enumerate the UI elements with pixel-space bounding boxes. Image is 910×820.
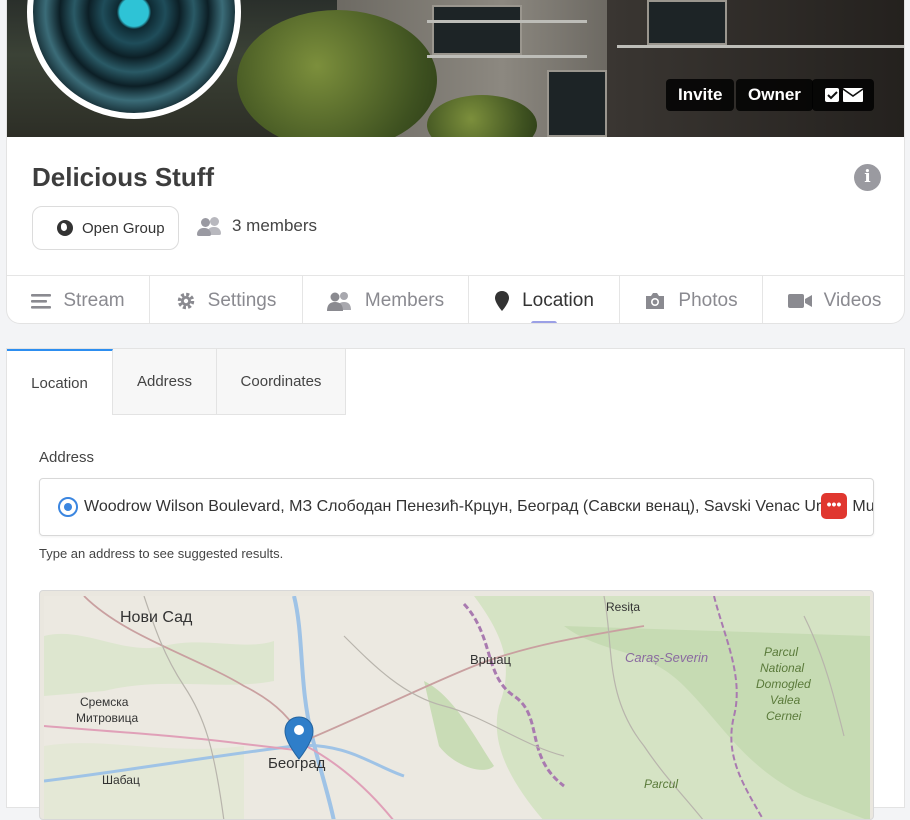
map-label: Parcul xyxy=(764,645,799,659)
subscribe-button[interactable] xyxy=(812,79,874,111)
map-label: Domogled xyxy=(756,677,811,691)
tab-stream-label: Stream xyxy=(63,289,125,311)
subtab-address[interactable]: Address xyxy=(113,349,217,415)
invite-button[interactable]: Invite xyxy=(666,79,735,111)
subtab-location[interactable]: Location xyxy=(7,349,113,415)
tab-location-label: Location xyxy=(522,289,594,311)
location-subtabs: Location Address Coordinates xyxy=(7,349,346,415)
tab-photos-label: Photos xyxy=(678,289,738,311)
map-label: Шабац xyxy=(102,773,140,787)
subtab-coordinates[interactable]: Coordinates xyxy=(217,349,346,415)
map-label: Resița xyxy=(606,600,641,614)
map-pin-icon[interactable] xyxy=(284,716,314,760)
more-options-icon[interactable]: ••• xyxy=(821,493,847,519)
video-icon xyxy=(787,293,812,308)
location-panel: Location Address Coordinates Address Woo… xyxy=(6,348,905,820)
tab-members-label: Members xyxy=(364,289,445,311)
tab-videos-label: Videos xyxy=(823,289,882,311)
address-help-text: Type an address to see suggested results… xyxy=(39,546,284,561)
map-pin-icon xyxy=(495,290,510,311)
tab-videos[interactable]: Videos xyxy=(763,276,904,323)
tab-location[interactable]: Location xyxy=(469,276,620,323)
map-label: Parcul xyxy=(644,777,679,791)
tab-members[interactable]: Members xyxy=(303,276,469,323)
locate-icon[interactable] xyxy=(58,497,78,517)
members-count[interactable]: 3 members xyxy=(197,216,317,236)
map-label: Сремска xyxy=(80,695,129,709)
map-tiles xyxy=(44,596,870,819)
map-label: Cernei xyxy=(766,709,802,723)
globe-icon xyxy=(57,220,73,236)
group-type-badge[interactable]: Open Group xyxy=(32,206,179,250)
map-label: Caraș-Severin xyxy=(625,650,709,665)
users-icon xyxy=(326,291,351,311)
group-header-card: Invite Owner Delicious Stuff i Open Grou… xyxy=(6,0,905,324)
members-label: 3 members xyxy=(232,216,318,235)
users-icon xyxy=(197,216,221,236)
tab-settings[interactable]: Settings xyxy=(150,276,303,323)
address-label: Address xyxy=(39,449,95,466)
location-map[interactable]: Нови Сад Resița Вршац Caraș-Severin Parc… xyxy=(39,590,874,820)
address-value: Woodrow Wilson Boulevard, МЗ Слободан Пе… xyxy=(84,498,874,515)
owner-button[interactable]: Owner xyxy=(736,79,813,111)
map-label: Нови Сад xyxy=(120,609,193,626)
gear-icon xyxy=(177,292,194,309)
group-title: Delicious Stuff xyxy=(32,162,215,192)
map-label: Вршац xyxy=(470,652,512,667)
address-input[interactable]: Woodrow Wilson Boulevard, МЗ Слободан Пе… xyxy=(39,478,874,536)
bars-icon xyxy=(31,293,52,309)
check-square-icon xyxy=(825,88,864,102)
tab-photos[interactable]: Photos xyxy=(620,276,763,323)
group-type-label: Open Group xyxy=(82,219,165,237)
info-icon[interactable]: i xyxy=(854,164,881,191)
map-label: Valea xyxy=(770,693,801,707)
group-nav-tabs: Stream Settings Members Location Photos … xyxy=(7,275,904,323)
map-label: National xyxy=(760,661,805,675)
map-label: Митровица xyxy=(76,711,139,725)
camera-icon xyxy=(646,292,665,309)
tab-stream[interactable]: Stream xyxy=(7,276,150,323)
tab-settings-label: Settings xyxy=(207,289,277,311)
